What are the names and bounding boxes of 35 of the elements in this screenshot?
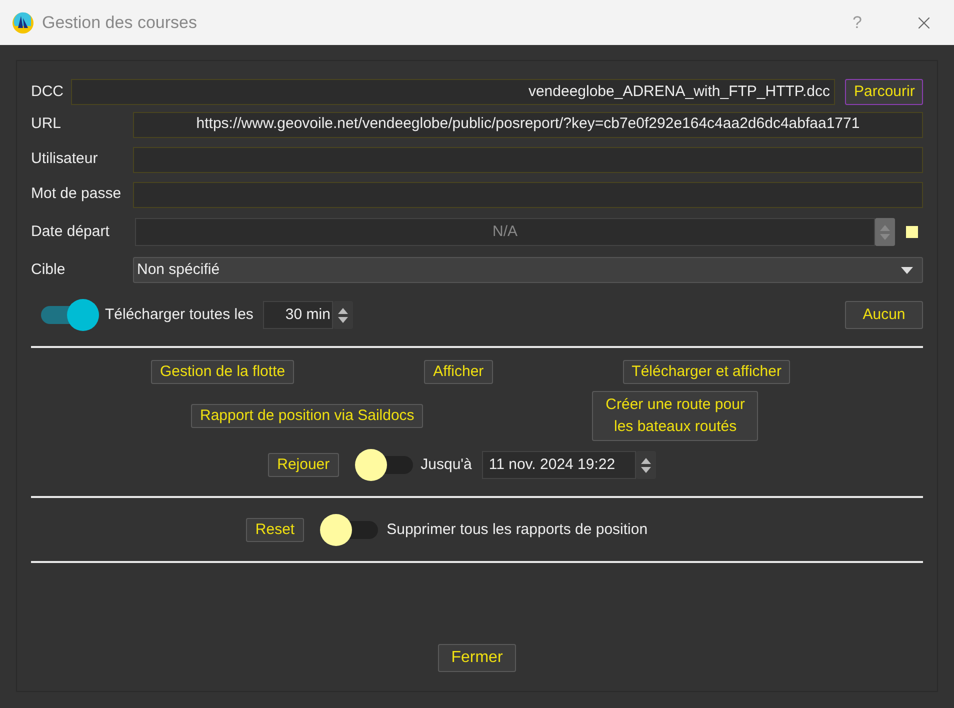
text-field[interactable]	[133, 146, 923, 172]
field-label: DCC	[31, 82, 64, 102]
toggle-switch[interactable]	[41, 299, 99, 331]
field-label: Date départ	[31, 222, 110, 242]
text-field[interactable]	[133, 182, 923, 208]
spin-buttons[interactable]	[333, 301, 354, 329]
none-button[interactable]: Aucun	[845, 301, 923, 329]
field-label: Cible	[31, 260, 66, 280]
delete-reports-label: Supprimer tous les rapports de position	[386, 520, 648, 540]
target-dropdown[interactable]: Non spécifié	[133, 257, 923, 283]
color-swatch-icon[interactable]	[906, 226, 918, 238]
browse-button[interactable]: Parcourir	[845, 79, 923, 105]
action-button[interactable]: Afficher	[424, 360, 493, 384]
replay-button[interactable]: Rejouer	[268, 453, 339, 477]
action-button[interactable]: Rapport de position via Saildocs	[191, 404, 424, 428]
datetime-field[interactable]: 11 nov. 2024 19:22	[482, 451, 636, 479]
field-label: URL	[31, 114, 62, 134]
dropdown-arrow-icon	[901, 266, 913, 274]
spin-buttons[interactable]	[636, 451, 656, 479]
action-button[interactable]: Gestion de la flotte	[151, 360, 294, 384]
sailboat-logo-icon	[12, 12, 34, 34]
window-title: Gestion des courses	[42, 12, 197, 34]
field-label: Mot de passe	[31, 184, 122, 204]
until-label: Jusqu'à	[420, 454, 472, 475]
download-label: Télécharger toutes les	[105, 304, 254, 325]
interval-field[interactable]: 30 min	[263, 301, 334, 329]
action-button[interactable]: Créer une route pour les bateaux routés	[592, 391, 758, 441]
action-button[interactable]: Télécharger et afficher	[622, 360, 790, 384]
field-label: Utilisateur	[31, 149, 99, 170]
text-field[interactable]: https://www.geovoile.net/vendeeglobe/public/posreport/?key=cb7e0f292e164c4aa2d6dc4abfaa1771	[133, 112, 923, 138]
reset-button[interactable]: Reset	[246, 518, 304, 542]
dcc-file-field[interactable]: vendeeglobe_ADRENA_with_FTP_HTTP.dcc	[70, 79, 835, 105]
close-dialog-button[interactable]: Fermer	[438, 644, 516, 672]
toggle-switch[interactable]	[354, 449, 413, 481]
toggle-switch[interactable]	[320, 514, 378, 546]
